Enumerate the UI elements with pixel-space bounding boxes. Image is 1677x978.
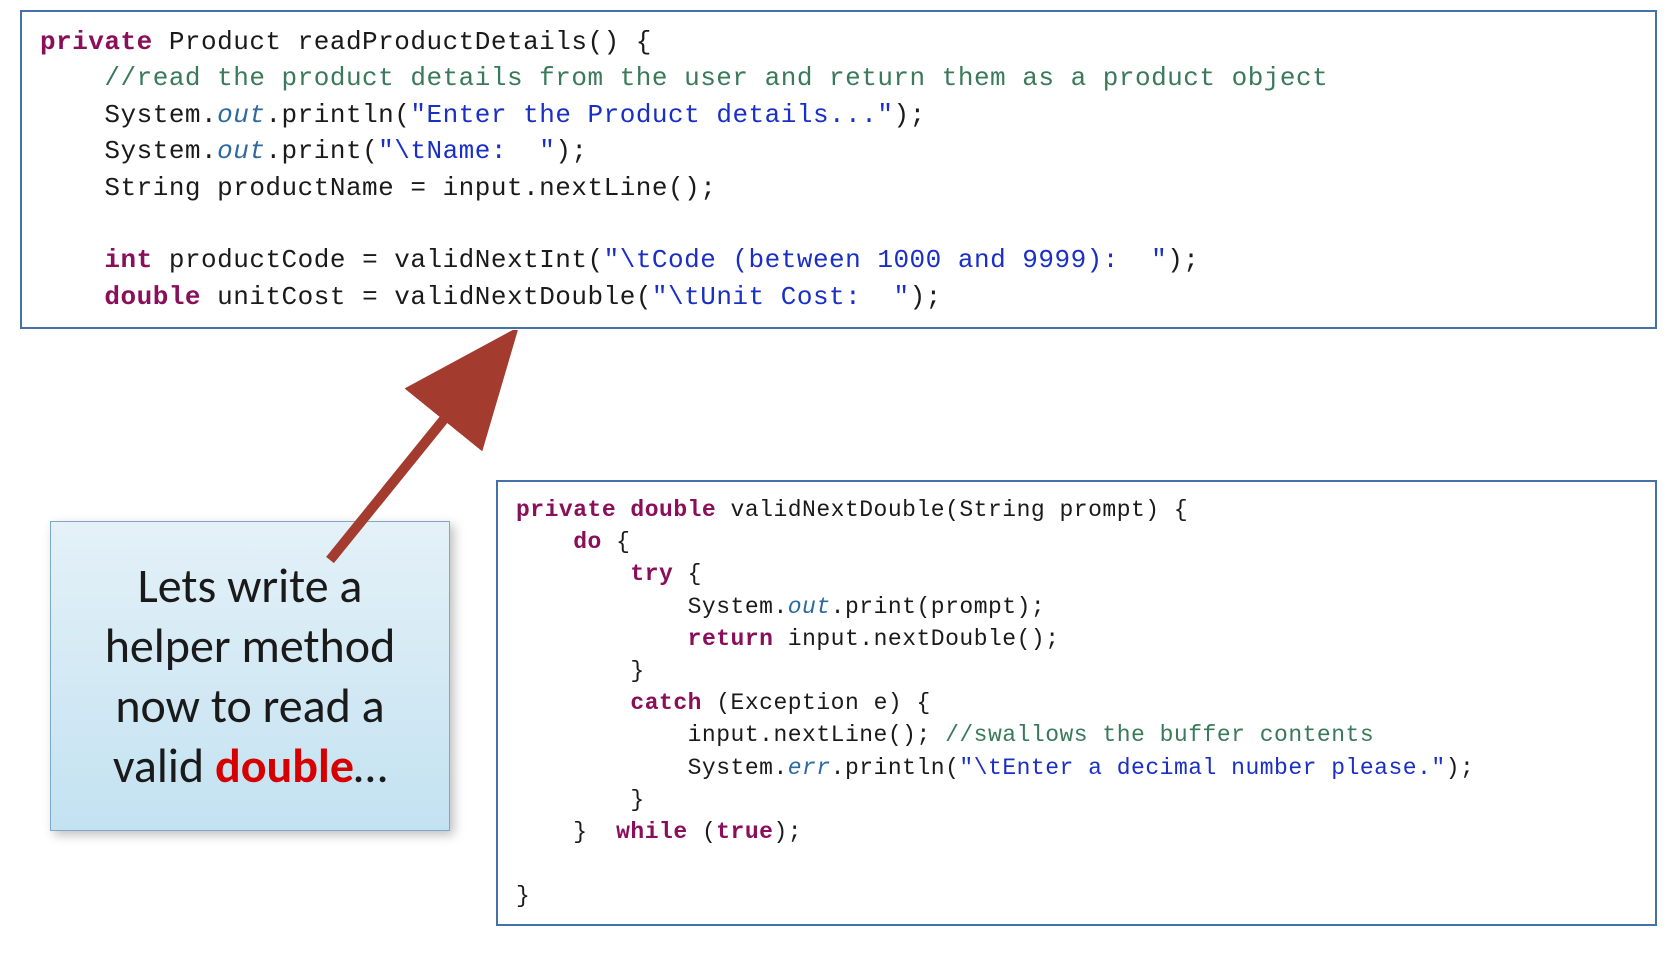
kw: private double (516, 497, 716, 523)
field: out (788, 594, 831, 620)
code: .print( (265, 136, 378, 166)
code-box-bottom: private double validNextDouble(String pr… (496, 480, 1657, 926)
code (516, 690, 630, 716)
code: .println( (831, 755, 960, 781)
code: System. (40, 136, 217, 166)
code: { (673, 561, 702, 587)
code: input.nextLine(); (516, 722, 945, 748)
code: validNextDouble(String prompt) { (716, 497, 1188, 523)
comment: //swallows the buffer contents (945, 722, 1374, 748)
string: "Enter the Product details..." (410, 100, 893, 130)
code: System. (516, 755, 788, 781)
callout-box: Lets write a helper method now to read a… (50, 521, 450, 831)
kw: private (40, 27, 153, 57)
bool: true (716, 819, 773, 845)
code: String productName = input.nextLine(); (40, 173, 716, 203)
code: ); (893, 100, 925, 130)
callout-text: Lets write a helper method now to read a… (71, 556, 429, 796)
kw: catch (630, 690, 702, 716)
kw: while (616, 819, 688, 845)
string: "\tUnit Cost: " (652, 282, 910, 312)
string: "\tEnter a decimal number please." (959, 755, 1445, 781)
code: } (516, 883, 530, 909)
code (516, 626, 688, 652)
code: { (602, 529, 631, 555)
code: ); (910, 282, 942, 312)
string: "\tName: " (378, 136, 555, 166)
field: out (217, 136, 265, 166)
code (40, 245, 104, 275)
code: System. (516, 594, 788, 620)
code (516, 561, 630, 587)
callout-post: … (354, 736, 387, 795)
callout-highlight: double (215, 736, 354, 795)
code: .print(prompt); (831, 594, 1046, 620)
code: ); (1446, 755, 1475, 781)
field: err (788, 755, 831, 781)
code (40, 282, 104, 312)
kw: try (630, 561, 673, 587)
kw: double (104, 282, 201, 312)
kw: int (104, 245, 152, 275)
code: } (516, 819, 616, 845)
code: productCode = validNextInt( (153, 245, 604, 275)
comment: //read the product details from the user… (40, 63, 1328, 93)
kw: return (688, 626, 774, 652)
code: System. (40, 100, 217, 130)
code: (Exception e) { (702, 690, 931, 716)
code: input.nextDouble(); (773, 626, 1059, 652)
code: } (516, 658, 645, 684)
code: ); (555, 136, 587, 166)
code: ); (773, 819, 802, 845)
string: "\tCode (between 1000 and 9999): " (604, 245, 1168, 275)
code-box-top: private Product readProductDetails() { /… (20, 10, 1657, 329)
code: unitCost = validNextDouble( (201, 282, 652, 312)
code (516, 529, 573, 555)
code: ); (1167, 245, 1199, 275)
code: Product readProductDetails() { (153, 27, 652, 57)
kw: do (573, 529, 602, 555)
field: out (217, 100, 265, 130)
code: ( (688, 819, 717, 845)
code: } (516, 787, 645, 813)
code: .println( (265, 100, 410, 130)
